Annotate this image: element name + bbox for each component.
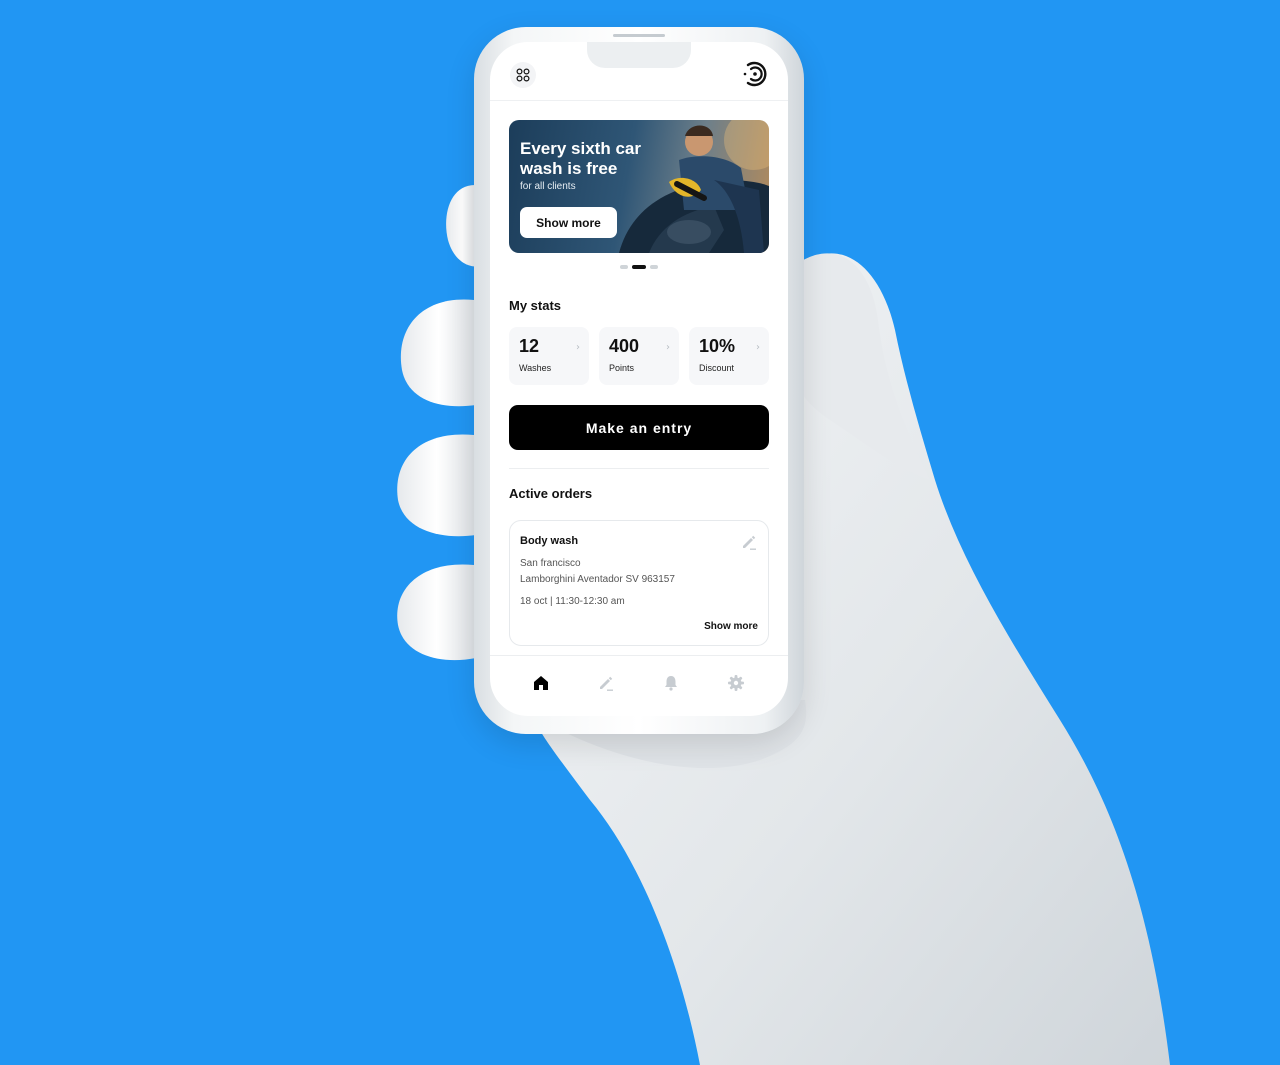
stats-title: My stats	[509, 298, 562, 313]
stat-card-washes[interactable]: 12 Washes ›	[509, 327, 589, 385]
phone-frame: Every sixth car wash is free for all cli…	[474, 27, 804, 734]
order-car: Lamborghini Aventador SV 963157	[520, 574, 675, 585]
bell-icon	[665, 676, 677, 691]
order-show-more-link[interactable]: Show more	[704, 621, 758, 632]
nav-notifications[interactable]	[659, 671, 683, 695]
order-city: San francisco	[520, 558, 581, 569]
stat-label: Points	[609, 363, 635, 373]
carousel-dot[interactable]	[620, 265, 628, 269]
banner-subtitle: for all clients	[520, 181, 576, 192]
home-icon	[534, 676, 548, 690]
nav-settings[interactable]	[724, 671, 748, 695]
gear-icon	[728, 675, 744, 691]
carousel-dots	[620, 265, 658, 269]
section-divider	[509, 468, 769, 469]
stage: Every sixth car wash is free for all cli…	[0, 0, 1280, 1065]
edit-icon	[600, 676, 613, 691]
stat-label: Discount	[699, 363, 735, 373]
stat-card-discount[interactable]: 10% Discount ›	[689, 327, 769, 385]
carousel-dot[interactable]	[650, 265, 658, 269]
banner-title: Every sixth car wash is free	[520, 139, 641, 178]
stat-label: Washes	[519, 363, 552, 373]
banner-show-more-button[interactable]: Show more	[520, 207, 617, 238]
app-screen: Every sixth car wash is free for all cli…	[490, 42, 788, 716]
chevron-right-icon: ›	[666, 342, 670, 353]
nav-entries[interactable]	[594, 671, 618, 695]
bottom-nav-divider	[490, 655, 788, 656]
order-datetime: 18 oct | 11:30-12:30 am	[520, 596, 625, 607]
header-divider	[490, 100, 788, 101]
stat-value: 12	[519, 336, 540, 356]
grid-icon	[516, 68, 530, 82]
promo-banner[interactable]: Every sixth car wash is free for all cli…	[509, 120, 769, 253]
make-entry-button[interactable]: Make an entry	[509, 405, 769, 450]
edit-icon[interactable]	[740, 533, 758, 551]
order-card[interactable]: Body wash San francisco Lamborghini Aven…	[509, 520, 769, 646]
stat-value: 10%	[699, 336, 736, 356]
order-service: Body wash	[520, 535, 579, 547]
camera-notch	[587, 42, 691, 68]
chevron-right-icon: ›	[576, 342, 580, 353]
menu-button[interactable]	[510, 62, 536, 88]
nav-home[interactable]	[529, 671, 553, 695]
carousel-dot-active[interactable]	[632, 265, 646, 269]
chevron-right-icon: ›	[756, 342, 760, 353]
speaker-grille	[613, 34, 665, 37]
stat-value: 400	[609, 336, 640, 356]
brand-logo-icon	[743, 61, 767, 87]
orders-title: Active orders	[509, 486, 593, 501]
stat-card-points[interactable]: 400 Points ›	[599, 327, 679, 385]
